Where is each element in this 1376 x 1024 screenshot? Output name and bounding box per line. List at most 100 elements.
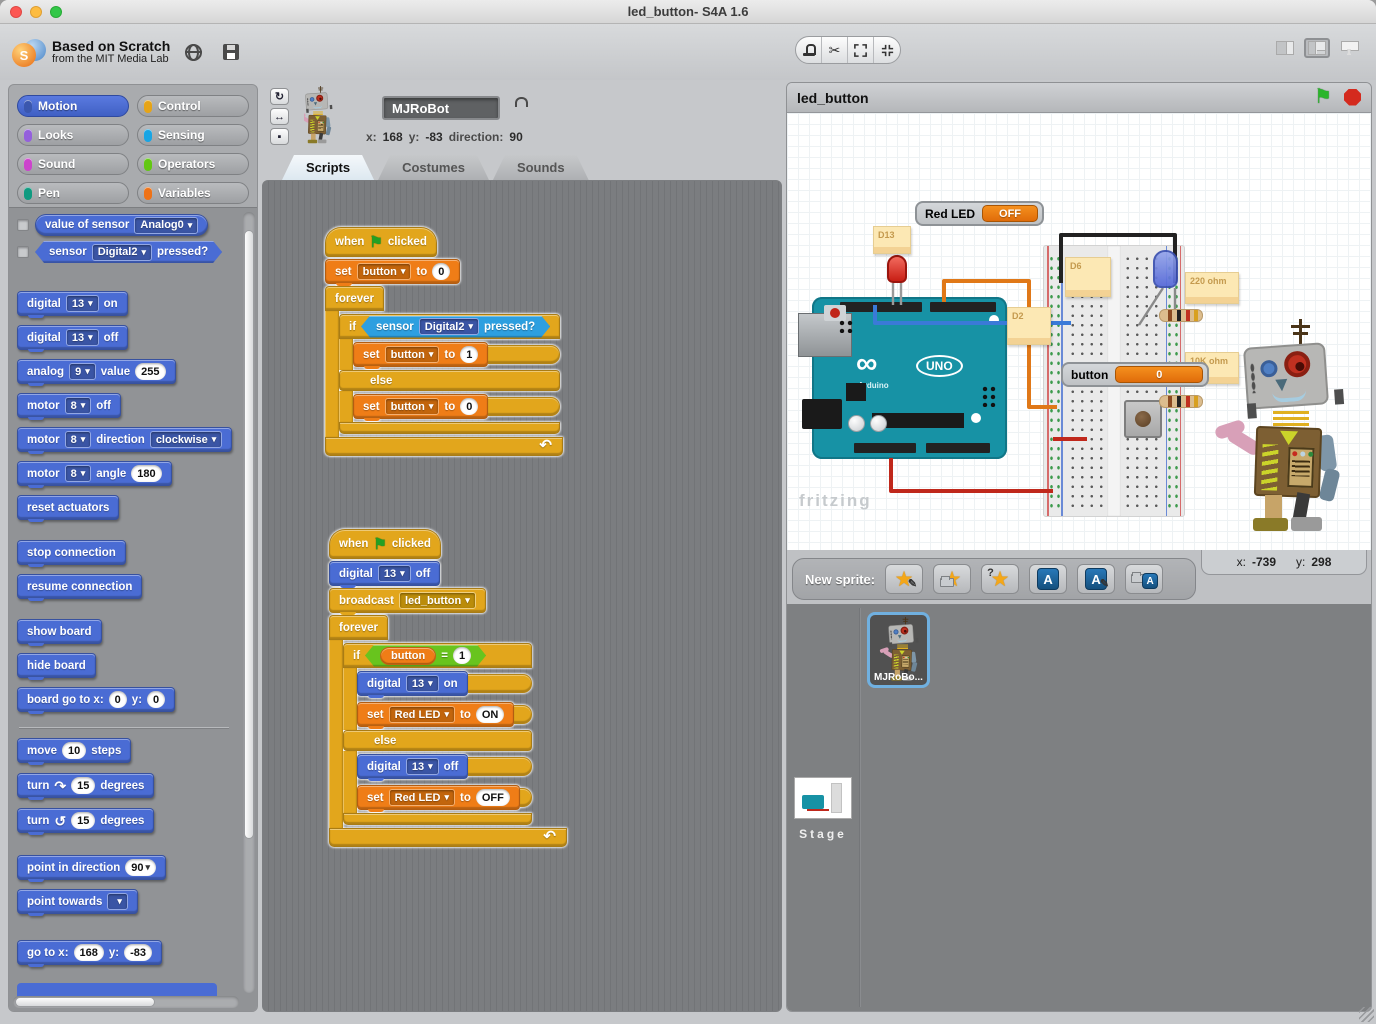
open-sprite-file-button[interactable]: ★ — [933, 564, 971, 594]
sprite-list-item-selected[interactable]: MJRoBo... — [867, 612, 930, 688]
category-control[interactable]: Control — [137, 95, 249, 117]
value-input[interactable]: 10 — [62, 742, 86, 759]
tab-sounds[interactable]: Sounds — [493, 155, 589, 180]
dropdown[interactable]: 13▾ — [406, 758, 439, 775]
block-stack[interactable]: stop connection — [17, 540, 126, 565]
dropdown[interactable]: 13▾ — [66, 329, 99, 346]
flip-style-button[interactable]: ↔ — [270, 108, 289, 125]
value-input[interactable]: 180 — [131, 465, 161, 482]
block-stack[interactable]: turn↺15degrees — [17, 808, 154, 833]
dropdown[interactable]: 8▾ — [65, 397, 92, 414]
category-operators[interactable]: Operators — [137, 153, 249, 175]
dropdown[interactable]: Digital2▾ — [92, 244, 152, 261]
block-stack[interactable]: move10steps — [17, 738, 131, 763]
stage[interactable]: ∞ UNO Arduino — [787, 113, 1371, 550]
category-motion[interactable]: Motion — [17, 95, 129, 117]
stage-list-item[interactable]: Stage — [794, 777, 852, 841]
variable-reporter[interactable]: button — [380, 647, 436, 665]
value-input[interactable]: 168 — [74, 944, 104, 961]
boolean-block[interactable]: button=1 — [365, 645, 486, 667]
resize-grip[interactable] — [1359, 1007, 1374, 1022]
value-input[interactable]: 0 — [109, 691, 127, 708]
tab-scripts[interactable]: Scripts — [282, 155, 374, 180]
small-stage-button[interactable] — [1272, 38, 1298, 58]
block-stack[interactable]: digital13▾off — [329, 561, 440, 586]
c-block[interactable]: ifsensorDigital2▾pressed?setbutton▾to1el… — [339, 314, 560, 434]
dropdown[interactable]: 13▾ — [378, 565, 411, 582]
c-header[interactable]: forever — [325, 286, 384, 311]
block-stack[interactable]: resume connection — [17, 574, 142, 599]
value-input[interactable]: -83 — [124, 944, 152, 961]
script-stack[interactable]: when⚑clickedsetbutton▾to0foreverifsensor… — [325, 227, 563, 456]
value-input[interactable]: 15 — [71, 812, 95, 829]
c-header[interactable]: ifbutton=1 — [343, 643, 532, 668]
block-stack[interactable]: digital13▾on — [357, 671, 468, 696]
dropdown[interactable]: button▾ — [385, 398, 440, 415]
stop-button[interactable] — [1344, 89, 1361, 106]
green-flag-button[interactable]: ⚑ — [1314, 87, 1332, 107]
category-sound[interactable]: Sound — [17, 153, 129, 175]
block-hat[interactable]: when⚑clicked — [329, 529, 441, 559]
save-button[interactable] — [216, 39, 246, 65]
category-pen[interactable]: Pen — [17, 182, 129, 204]
random-sprite-button[interactable]: ★? — [981, 564, 1019, 594]
dropdown[interactable]: 9▾ — [69, 363, 96, 380]
sprite-name-field[interactable]: MJRoBot — [382, 96, 500, 120]
block-stack[interactable]: broadcastled_button▾ — [329, 588, 486, 613]
dropdown[interactable]: 8▾ — [65, 431, 92, 448]
dropdown[interactable]: Digital2▾ — [419, 318, 479, 335]
paint-new-sprite-button[interactable]: ★✎ — [885, 564, 923, 594]
no-rotate-style-button[interactable]: ▪ — [270, 128, 289, 145]
block-stack[interactable]: setRed LED▾toON — [357, 702, 514, 727]
c-header[interactable]: ifsensorDigital2▾pressed? — [339, 314, 560, 339]
value-input[interactable]: OFF — [476, 789, 510, 806]
dropdown[interactable]: 8▾ — [65, 465, 92, 482]
category-sensing[interactable]: Sensing — [137, 124, 249, 146]
button-watcher[interactable]: button 0 — [1061, 362, 1209, 387]
block-stack[interactable]: setbutton▾to0 — [353, 394, 488, 419]
category-looks[interactable]: Looks — [17, 124, 129, 146]
value-input[interactable]: 1 — [453, 647, 471, 664]
block-stack[interactable]: setbutton▾to1 — [353, 342, 488, 367]
value-input[interactable]: 0 — [432, 263, 450, 280]
normal-stage-button[interactable] — [1304, 38, 1330, 58]
presentation-mode-button[interactable] — [1336, 38, 1362, 58]
dropdown[interactable]: ▾ — [107, 893, 128, 910]
dropdown[interactable]: 13▾ — [66, 295, 99, 312]
c-block[interactable]: forever ifbutton=1 digital13▾on setRed LED▾… — [329, 615, 567, 847]
block-stack[interactable]: motor8▾off — [17, 393, 121, 418]
value-input[interactable]: 255 — [135, 363, 165, 380]
stamp-tool-button[interactable] — [796, 37, 822, 63]
dropdown[interactable]: Analog0▾ — [134, 217, 198, 234]
dropdown[interactable]: Red LED▾ — [389, 789, 455, 806]
dropdown[interactable]: 13▾ — [406, 675, 439, 692]
palette-vertical-scrollbar[interactable] — [243, 212, 255, 993]
block-stack[interactable]: motor8▾angle180 — [17, 461, 172, 486]
shrink-sprite-button[interactable] — [874, 37, 900, 63]
block-boolpal[interactable]: sensorDigital2▾pressed? — [35, 241, 222, 263]
block-stack[interactable]: setRed LED▾toOFF — [357, 785, 520, 810]
red-led-watcher[interactable]: Red LED OFF — [915, 201, 1044, 226]
dropdown[interactable]: Red LED▾ — [389, 706, 455, 723]
block-stack[interactable]: digital13▾off — [17, 325, 128, 350]
tab-costumes[interactable]: Costumes — [378, 155, 489, 180]
block-stack[interactable]: turn↷15degrees — [17, 773, 154, 798]
palette-horizontal-scrollbar[interactable] — [13, 996, 239, 1008]
value-input[interactable]: ON — [476, 706, 505, 723]
block-stack[interactable]: analog9▾value255 — [17, 359, 176, 384]
scissors-tool-button[interactable]: ✂ — [822, 37, 848, 63]
block-hat[interactable]: when⚑clicked — [325, 227, 437, 257]
script-canvas[interactable]: when⚑clickedsetbutton▾to0foreverifsensor… — [262, 180, 782, 1012]
grow-sprite-button[interactable] — [848, 37, 874, 63]
block-stack[interactable]: setbutton▾to0 — [325, 259, 460, 284]
category-variables[interactable]: Variables — [137, 182, 249, 204]
new-letter-sprite-button[interactable]: A — [1029, 564, 1067, 594]
block-stack[interactable]: motor8▾directionclockwise▾ — [17, 427, 232, 452]
block-stack[interactable]: point towards▾ — [17, 889, 138, 914]
block-stack[interactable]: reset actuators — [17, 495, 119, 520]
c-header[interactable]: forever — [329, 615, 388, 640]
dropdown[interactable]: button▾ — [357, 263, 412, 280]
value-input[interactable]: 0 — [460, 398, 478, 415]
block-stack[interactable]: digital13▾off — [357, 754, 468, 779]
c-block[interactable]: ifbutton=1digital13▾onsetRed LED▾toONels… — [343, 643, 532, 825]
